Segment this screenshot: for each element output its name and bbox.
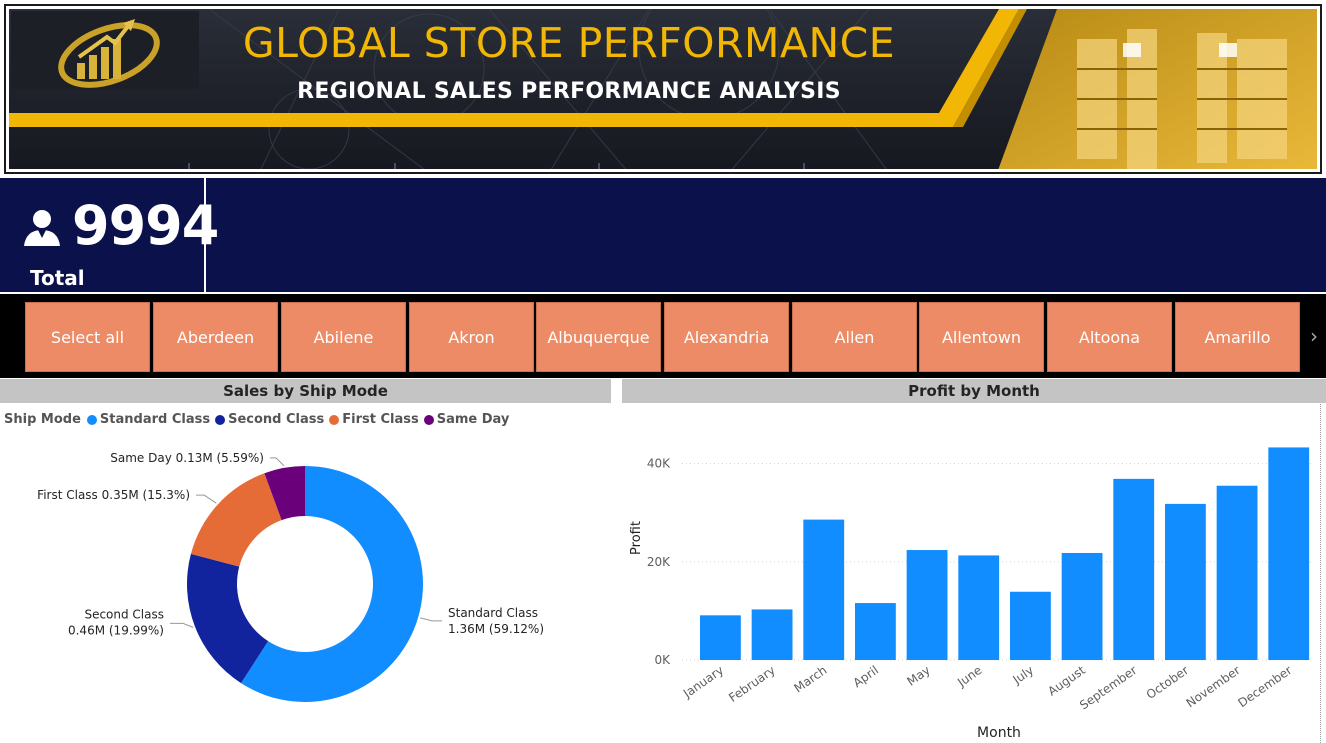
panel-edge-divider xyxy=(1320,404,1326,743)
data-label: Same Day 0.13M (5.59%) xyxy=(110,451,264,465)
chevron-right-icon[interactable]: › xyxy=(1310,324,1318,348)
donut-legend: Ship Mode Standard Class Second Class Fi… xyxy=(4,412,514,427)
label-leader-line xyxy=(196,494,217,504)
x-tick-label: February xyxy=(726,663,778,705)
x-tick-label: September xyxy=(1077,663,1139,713)
bar-chart: January February March April May June July Augu… xyxy=(629,447,1312,741)
kpi-value: 9994 xyxy=(72,194,219,257)
bar-may[interactable] xyxy=(906,550,948,660)
slicer-item-akron[interactable]: Akron xyxy=(409,302,534,372)
y-tick-label: 40K xyxy=(647,457,671,471)
banner-background: GLOBAL STORE PERFORMANCE REGIONAL SALES … xyxy=(9,9,1317,169)
bar-july[interactable] xyxy=(1010,591,1051,660)
store-aisle-image xyxy=(998,9,1317,169)
x-tick-label: December xyxy=(1235,663,1294,710)
bar-january[interactable] xyxy=(700,615,741,660)
user-icon xyxy=(24,210,60,246)
x-tick-label: June xyxy=(954,663,984,690)
slicer-item-alexandria[interactable]: Alexandria xyxy=(664,302,789,372)
growth-chart-logo-icon xyxy=(58,19,160,88)
slicer-item-altoona[interactable]: Altoona xyxy=(1047,302,1172,372)
donut-slice-first-class[interactable] xyxy=(190,473,282,567)
legend-dot xyxy=(423,414,434,425)
bar-chart-title: Profit by Month xyxy=(622,379,1326,403)
data-label: 0.46M (19.99%) xyxy=(68,623,164,637)
x-tick-label: April xyxy=(851,663,882,690)
x-tick-label: May xyxy=(904,663,932,689)
data-label: Standard Class xyxy=(448,606,538,620)
legend-item-same-day[interactable]: Same Day xyxy=(423,412,510,427)
page-title: GLOBAL STORE PERFORMANCE xyxy=(242,19,896,67)
data-label: 1.36M (59.12%) xyxy=(448,622,544,636)
bar-march[interactable] xyxy=(803,519,845,660)
legend-dot xyxy=(215,414,226,425)
city-slicer: Select all Aberdeen Abilene Akron Albuqu… xyxy=(0,294,1326,378)
legend-title: Ship Mode xyxy=(4,412,81,427)
bar-december[interactable] xyxy=(1268,447,1310,660)
bar-february[interactable] xyxy=(751,609,793,660)
x-tick-label: November xyxy=(1184,663,1243,710)
y-tick-label: 20K xyxy=(647,555,671,569)
legend-item-standard-class[interactable]: Standard Class xyxy=(86,412,211,427)
label-leader-line xyxy=(419,617,442,622)
slicer-item-select-all[interactable]: Select all xyxy=(25,302,150,372)
header-banner: GLOBAL STORE PERFORMANCE REGIONAL SALES … xyxy=(4,4,1322,174)
dashboard: GLOBAL STORE PERFORMANCE REGIONAL SALES … xyxy=(0,0,1326,743)
x-tick-label: August xyxy=(1045,663,1088,699)
slicer-item-aberdeen[interactable]: Aberdeen xyxy=(153,302,278,372)
donut-chart-title: Sales by Ship Mode xyxy=(0,379,611,403)
label-leader-line xyxy=(170,622,194,628)
kpi-card-total-customers: 9994 Total Customers xyxy=(0,178,219,314)
slicer-item-abilene[interactable]: Abilene xyxy=(281,302,406,372)
data-label: Second Class xyxy=(84,607,164,621)
y-tick-label: 0K xyxy=(654,653,671,667)
label-leader-line xyxy=(270,457,285,467)
legend-item-first-class[interactable]: First Class xyxy=(329,412,419,427)
legend-label: First Class xyxy=(342,412,419,427)
y-axis-label: Profit xyxy=(629,521,644,555)
bar-november[interactable] xyxy=(1216,485,1258,660)
x-tick-label: January xyxy=(680,663,726,701)
x-tick-label: March xyxy=(791,663,829,695)
bar-september[interactable] xyxy=(1113,478,1155,660)
data-label: First Class 0.35M (15.3%) xyxy=(37,488,190,502)
slicer-item-amarillo[interactable]: Amarillo xyxy=(1175,302,1300,372)
x-tick-label: October xyxy=(1144,663,1191,702)
x-tick-label: July xyxy=(1010,663,1037,687)
bar-october[interactable] xyxy=(1165,503,1206,660)
slicer-item-albuquerque[interactable]: Albuquerque xyxy=(536,302,661,372)
legend-label: Standard Class xyxy=(99,412,211,427)
bar-august[interactable] xyxy=(1061,552,1103,660)
legend-item-second-class[interactable]: Second Class xyxy=(215,412,324,427)
legend-dot xyxy=(329,414,340,425)
legend-label: Same Day xyxy=(436,412,510,427)
legend-label: Second Class xyxy=(228,412,325,427)
bar-june[interactable] xyxy=(958,555,1000,660)
slicer-item-allen[interactable]: Allen xyxy=(792,302,917,372)
bar-april[interactable] xyxy=(855,603,896,660)
logo xyxy=(11,11,199,89)
x-axis-label: Month xyxy=(977,725,1021,741)
slicer-item-allentown[interactable]: Allentown xyxy=(919,302,1044,372)
legend-dot xyxy=(86,414,97,425)
donut-chart: Standard Class 1.36M (59.12%) Second Class… xyxy=(37,451,544,702)
page-subtitle: REGIONAL SALES PERFORMANCE ANALYSIS xyxy=(297,79,841,104)
kpi-band: 9994 Total Customers xyxy=(0,178,1326,314)
